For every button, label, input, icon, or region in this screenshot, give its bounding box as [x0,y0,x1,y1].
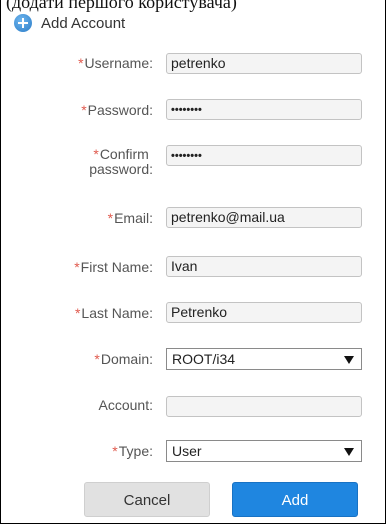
last-name-input[interactable]: Petrenko [166,302,362,323]
password-label: *Password: [81,103,153,118]
required-marker: * [74,259,80,275]
username-label-text: Username: [84,55,153,71]
cancel-button[interactable]: Cancel [84,482,210,517]
domain-label: *Domain: [94,352,153,367]
account-input[interactable] [166,396,362,417]
add-circle-icon [14,14,32,32]
confirm-password-label-line2: password: [89,161,153,177]
last-name-label-text: Last Name: [81,305,153,321]
confirm-password-label-line1: Confirm [99,146,149,162]
domain-select[interactable]: ROOT/i34 [166,348,362,370]
password-input[interactable]: •••••••• [166,99,362,120]
domain-selected-value: ROOT/i34 [172,351,236,367]
required-marker: * [74,305,81,321]
required-marker: * [107,210,114,226]
email-input[interactable]: petrenko@mail.ua [166,207,362,228]
username-label: *Username: [78,56,153,71]
first-name-label: *First Name: [74,260,153,275]
account-label-text: Account: [98,397,153,413]
confirm-password-label: *Confirm password: [89,147,153,177]
email-label: *Email: [108,211,153,226]
required-marker: * [112,443,118,459]
dialog-title: Add Account [41,14,126,32]
required-marker: * [94,351,100,367]
dropdown-arrow-icon [344,356,354,364]
type-select[interactable]: User [166,440,362,462]
last-name-label: *Last Name: [75,306,153,321]
required-marker: * [78,55,84,71]
type-label: *Type: [112,444,153,459]
type-selected-value: User [172,443,202,459]
domain-label-text: Domain: [100,351,153,367]
account-label: Account: [99,398,153,413]
username-input[interactable]: petrenko [166,53,362,74]
dropdown-arrow-icon [344,448,354,456]
confirm-password-input[interactable]: •••••••• [166,145,362,166]
required-marker: * [81,102,87,118]
dialog-header: Add Account [14,14,125,32]
required-marker: * [93,146,99,162]
type-label-text: Type: [118,443,153,459]
email-label-text: Email: [114,210,153,226]
add-button[interactable]: Add [232,482,358,517]
password-label-text: Password: [87,102,153,118]
first-name-input[interactable]: Ivan [166,256,362,277]
add-account-dialog: (додати першого користувача) Add Account… [0,0,389,526]
first-name-label-text: First Name: [80,259,153,275]
